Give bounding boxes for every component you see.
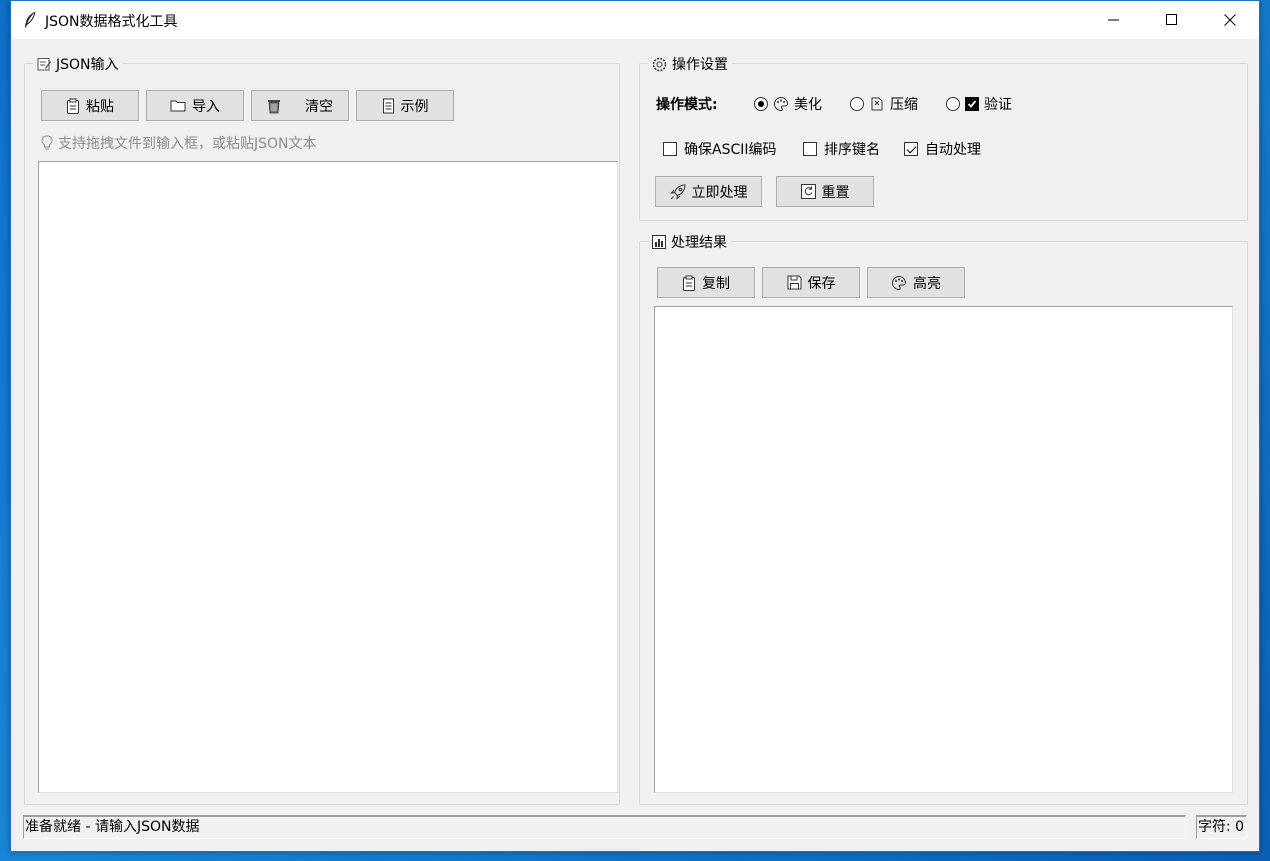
maximize-icon	[1166, 14, 1177, 25]
refresh-icon	[800, 184, 816, 199]
floppy-disk-icon	[787, 275, 801, 290]
memo-icon	[37, 58, 51, 71]
radio-selected-indicator	[754, 97, 768, 111]
paste-button[interactable]: 粘贴	[41, 90, 139, 121]
document-icon	[382, 98, 394, 113]
json-input-legend: JSON输入	[33, 54, 123, 74]
copy-button[interactable]: 复制	[657, 267, 755, 298]
ensure-ascii-checkbox[interactable]: 确保ASCII编码	[663, 139, 777, 159]
json-input-textarea[interactable]	[38, 161, 618, 793]
process-now-button[interactable]: 立即处理	[655, 176, 762, 207]
window-title: JSON数据格式化工具	[45, 14, 178, 30]
check-mark-icon	[965, 97, 979, 111]
close-button[interactable]	[1201, 1, 1259, 39]
palette-icon	[892, 275, 907, 290]
auto-process-checkbox[interactable]: 自动处理	[904, 139, 981, 159]
mode-validate-radio[interactable]: 验证	[946, 94, 1012, 114]
checkbox-checked	[904, 142, 918, 156]
gear-icon	[652, 57, 667, 71]
char-count-label: 字符: 0	[1196, 815, 1247, 839]
mode-beautify-radio[interactable]: 美化	[754, 94, 822, 114]
title-bar[interactable]: JSON数据格式化工具	[11, 1, 1259, 39]
rocket-icon	[669, 183, 686, 200]
app-window: JSON数据格式化工具 JSON输入 粘贴 导入 清空 示例 支持拖拽文件到输入…	[10, 0, 1260, 852]
settings-legend: 操作设置	[648, 54, 732, 74]
example-button[interactable]: 示例	[356, 90, 454, 121]
mode-compress-radio[interactable]: 压缩	[850, 94, 918, 114]
drag-drop-hint: 支持拖拽文件到输入框，或粘贴JSON文本	[41, 133, 317, 153]
sort-keys-checkbox[interactable]: 排序键名	[803, 139, 880, 159]
mode-label: 操作模式:	[656, 97, 718, 113]
reset-button[interactable]: 重置	[776, 176, 874, 207]
highlight-button[interactable]: 高亮	[867, 267, 965, 298]
bar-chart-icon	[652, 235, 666, 249]
result-output-textarea[interactable]	[654, 306, 1233, 793]
status-bar: 准备就绪 - 请输入JSON数据	[23, 815, 1186, 839]
lightbulb-icon	[41, 135, 53, 150]
save-button[interactable]: 保存	[762, 267, 860, 298]
minimize-icon	[1108, 19, 1119, 21]
feather-icon	[23, 11, 37, 29]
clipboard-icon	[67, 98, 79, 114]
trash-icon	[268, 99, 280, 113]
minimize-button[interactable]	[1085, 1, 1143, 39]
clear-button[interactable]: 清空	[251, 90, 349, 121]
import-button[interactable]: 导入	[146, 90, 244, 121]
radio-unselected-indicator	[946, 97, 960, 111]
maximize-button[interactable]	[1143, 1, 1201, 39]
palette-icon	[774, 96, 789, 112]
checkbox-unchecked	[803, 142, 817, 156]
clamp-icon	[871, 97, 883, 111]
checkbox-unchecked	[663, 142, 677, 156]
result-legend: 处理结果	[648, 232, 731, 252]
folder-icon	[170, 100, 186, 112]
close-icon	[1224, 14, 1236, 26]
radio-unselected-indicator	[850, 97, 864, 111]
clipboard-icon	[683, 275, 695, 291]
